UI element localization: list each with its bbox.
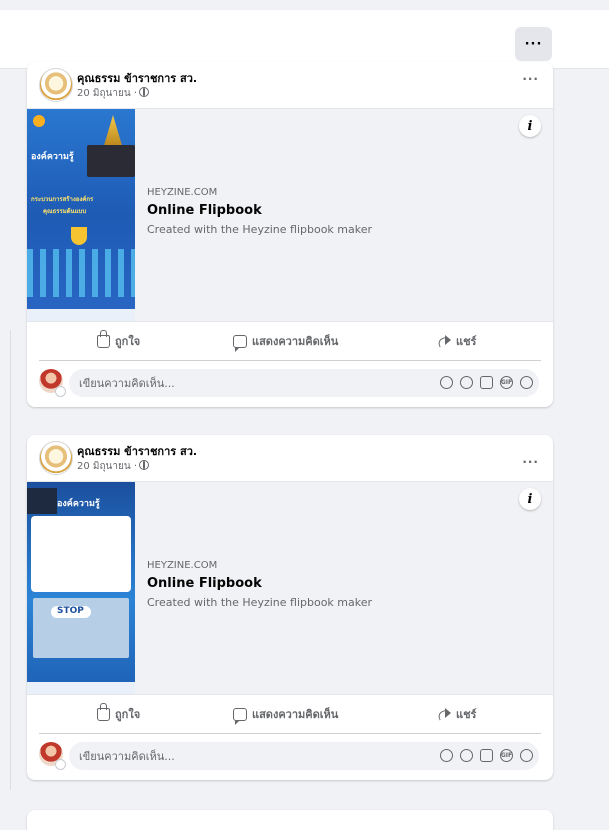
- post-header: คุณธรรม ข้าราชการ สว. 20 มิถุนายน · ···: [27, 435, 553, 481]
- info-icon[interactable]: i: [519, 488, 541, 510]
- avatar-dropdown-icon[interactable]: [55, 386, 66, 397]
- like-label: ถูกใจ: [115, 335, 141, 348]
- camera-icon[interactable]: [480, 376, 493, 389]
- thumb-people-graphic: [27, 249, 135, 297]
- emoji-icon[interactable]: [460, 376, 473, 389]
- thumb-photo: [87, 145, 135, 177]
- thumb-footer: [27, 682, 135, 694]
- post-date-line: 20 มิถุนายน ·: [77, 459, 150, 474]
- gif-icon[interactable]: GIF: [500, 749, 513, 762]
- link-domain: HEYZINE.COM: [147, 187, 218, 198]
- link-title[interactable]: Online Flipbook: [147, 576, 372, 591]
- post-header: คุณธรรม ข้าราชการ สว. 20 มิถุนายน · ···: [27, 62, 553, 108]
- thumb-title: องค์ความรู้: [31, 152, 74, 162]
- thumb-footer: [27, 309, 135, 321]
- globe-icon: [139, 460, 150, 470]
- share-icon: [437, 335, 451, 347]
- like-icon: [97, 329, 110, 348]
- thumb-text-box: [31, 516, 131, 592]
- post-card: คุณธรรม ข้าราชการ สว. 20 มิถุนายน · ··· …: [27, 435, 553, 780]
- next-post-card: [27, 810, 553, 830]
- link-preview[interactable]: องค์ความรู้ STOP i HEYZINE.COM Online Fl…: [27, 481, 553, 695]
- comment-label: แสดงความคิดเห็น: [252, 335, 339, 348]
- page-avatar[interactable]: [39, 68, 73, 102]
- thumb-stop-label: STOP: [57, 606, 84, 616]
- thumb-trophy-graphic: [71, 227, 87, 245]
- post-card: คุณธรรม ข้าราชการ สว. 20 มิถุนายน · ··· …: [27, 62, 553, 407]
- thumb-sun-graphic: [33, 115, 45, 127]
- share-label: แชร์: [456, 708, 477, 721]
- post-date-line: 20 มิถุนายน ·: [77, 86, 150, 101]
- link-description: Created with the Heyzine flipbook maker: [147, 223, 373, 236]
- page-avatar[interactable]: [39, 441, 73, 475]
- post-date[interactable]: 20 มิถุนายน ·: [77, 88, 137, 99]
- action-bar: ถูกใจ แสดงความคิดเห็น แชร์: [39, 322, 541, 361]
- share-button[interactable]: แชร์: [437, 332, 476, 350]
- comment-icon: [233, 707, 247, 725]
- like-icon: [97, 702, 110, 721]
- gif-icon[interactable]: GIF: [500, 376, 513, 389]
- avatar-sticker-icon[interactable]: [440, 376, 453, 389]
- comment-label: แสดงความคิดเห็น: [252, 708, 339, 721]
- camera-icon[interactable]: [480, 749, 493, 762]
- comment-button[interactable]: แสดงความคิดเห็น: [233, 332, 339, 352]
- thumb-photo: [27, 488, 57, 514]
- thumb-subtitle-2: คุณธรรมต้นแบบ: [43, 208, 87, 215]
- comment-composer: GIF: [27, 361, 553, 407]
- thumb-title: องค์ความรู้: [57, 499, 100, 509]
- link-title[interactable]: Online Flipbook: [147, 203, 372, 218]
- comment-composer: GIF: [27, 734, 553, 780]
- page-name[interactable]: คุณธรรม ข้าราชการ สว.: [77, 69, 197, 87]
- top-bar: ···: [0, 10, 609, 69]
- info-icon[interactable]: i: [519, 115, 541, 137]
- action-bar: ถูกใจ แสดงความคิดเห็น แชร์: [39, 695, 541, 734]
- emoji-icon[interactable]: [460, 749, 473, 762]
- post-more-icon[interactable]: ···: [522, 455, 539, 469]
- page-name[interactable]: คุณธรรม ข้าราชการ สว.: [77, 442, 197, 460]
- comment-tools: GIF: [440, 376, 533, 389]
- sticker-icon[interactable]: [520, 376, 533, 389]
- like-label: ถูกใจ: [115, 708, 141, 721]
- comment-icon: [233, 334, 247, 352]
- share-button[interactable]: แชร์: [437, 705, 476, 723]
- like-button[interactable]: ถูกใจ: [97, 702, 141, 723]
- comment-tools: GIF: [440, 749, 533, 762]
- link-description: Created with the Heyzine flipbook maker: [147, 596, 373, 609]
- post-date[interactable]: 20 มิถุนายน ·: [77, 461, 137, 472]
- avatar-dropdown-icon[interactable]: [55, 759, 66, 770]
- link-thumbnail[interactable]: องค์ความรู้ STOP: [27, 482, 135, 694]
- thumb-pagoda-graphic: [103, 115, 123, 149]
- comment-button[interactable]: แสดงความคิดเห็น: [233, 705, 339, 725]
- link-preview[interactable]: องค์ความรู้ กระบวนการสร้างองค์กร คุณธรรม…: [27, 108, 553, 322]
- globe-icon: [139, 87, 150, 97]
- left-panel-edge: [0, 330, 11, 790]
- link-domain: HEYZINE.COM: [147, 560, 218, 571]
- top-more-button[interactable]: ···: [515, 27, 552, 61]
- link-meta: HEYZINE.COM Online Flipbook Created with…: [147, 560, 372, 609]
- share-label: แชร์: [456, 335, 477, 348]
- like-button[interactable]: ถูกใจ: [97, 329, 141, 350]
- thumb-subtitle: กระบวนการสร้างองค์กร: [31, 196, 94, 203]
- avatar-sticker-icon[interactable]: [440, 749, 453, 762]
- share-icon: [437, 708, 451, 720]
- link-meta: HEYZINE.COM Online Flipbook Created with…: [147, 187, 372, 236]
- post-more-icon[interactable]: ···: [522, 72, 539, 86]
- sticker-icon[interactable]: [520, 749, 533, 762]
- link-thumbnail[interactable]: องค์ความรู้ กระบวนการสร้างองค์กร คุณธรรม…: [27, 109, 135, 321]
